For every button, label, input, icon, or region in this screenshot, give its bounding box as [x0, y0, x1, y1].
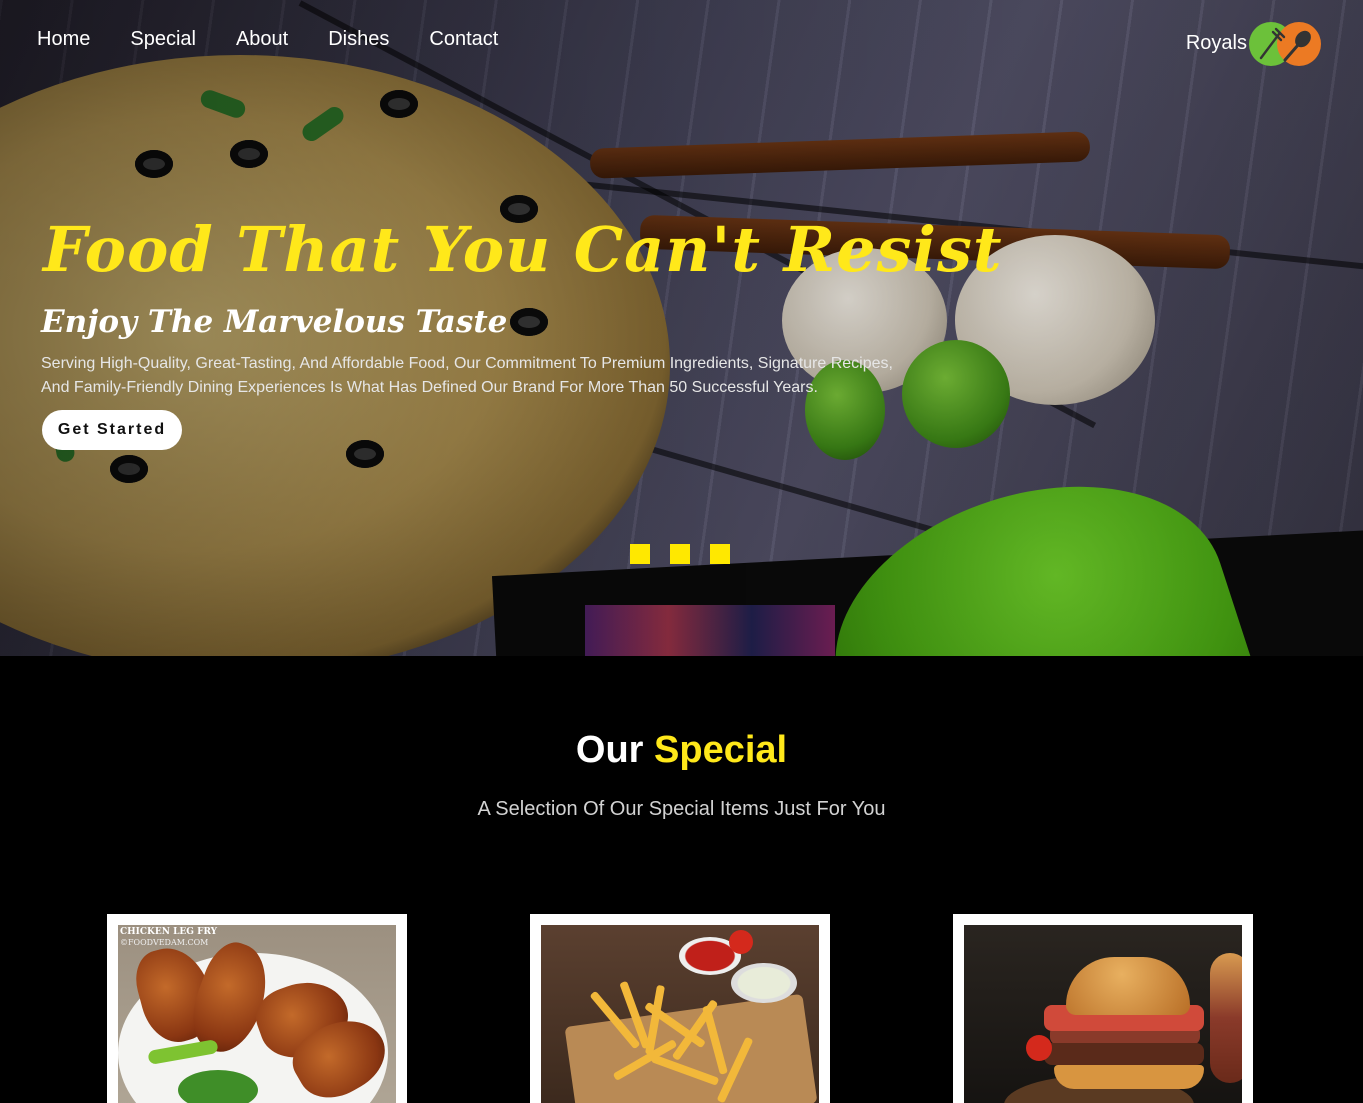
- special-title-part1: Our: [575, 729, 644, 771]
- image-watermark: ©FOODVEDAM.COM: [120, 938, 209, 947]
- get-started-button[interactable]: Get Started: [42, 410, 182, 450]
- hero-title: Food That You Can't Resist: [43, 213, 1003, 286]
- special-card[interactable]: CHICKEN LEG FRY ©FOODVEDAM.COM: [107, 914, 407, 1103]
- spoon-icon: [1283, 30, 1311, 62]
- nav-about-link[interactable]: About: [236, 27, 288, 51]
- fork-knife-icon: [1259, 27, 1311, 62]
- special-card[interactable]: [530, 914, 830, 1103]
- image-caption: CHICKEN LEG FRY: [120, 927, 218, 937]
- nav-home-link[interactable]: Home: [37, 27, 90, 51]
- brand-logo[interactable]: Royals: [1186, 20, 1323, 66]
- slide-dot[interactable]: [710, 544, 730, 564]
- dip-bowl: [731, 963, 797, 1003]
- main-nav: Home Special About Dishes Contact: [37, 27, 498, 51]
- hero-subtitle: Enjoy The Marvelous Taste: [41, 304, 508, 340]
- coriander-garnish: [178, 1070, 258, 1103]
- chicken-leg-fry-image: CHICKEN LEG FRY ©FOODVEDAM.COM: [118, 925, 396, 1103]
- nav-special-link[interactable]: Special: [130, 27, 196, 51]
- tomato: [1026, 1035, 1052, 1061]
- bun-top: [1066, 957, 1190, 1015]
- tomato: [729, 930, 753, 954]
- french-fries-image: [541, 925, 819, 1103]
- bun-bottom: [1054, 1065, 1204, 1089]
- logo-mark: [1249, 20, 1323, 66]
- nav-dishes-link[interactable]: Dishes: [328, 27, 389, 51]
- second-burger: [1210, 953, 1242, 1083]
- burger-image: [964, 925, 1242, 1103]
- special-title-part2: Special: [654, 729, 788, 771]
- burger-patty: [1044, 1043, 1204, 1065]
- slide-dot[interactable]: [630, 544, 650, 564]
- nav-contact-link[interactable]: Contact: [429, 27, 498, 51]
- special-card[interactable]: [953, 914, 1253, 1103]
- special-section-subtitle: A Selection Of Our Special Items Just Fo…: [477, 798, 886, 820]
- special-section-title: Our Special: [0, 726, 1363, 774]
- hero-description: Serving High-Quality, Great-Tasting, And…: [41, 355, 893, 396]
- brand-name: Royals: [1185, 31, 1247, 54]
- slide-dot[interactable]: [670, 544, 690, 564]
- slider-dots: [630, 544, 730, 564]
- hero-banner: Home Special About Dishes Contact Royals: [0, 0, 1363, 656]
